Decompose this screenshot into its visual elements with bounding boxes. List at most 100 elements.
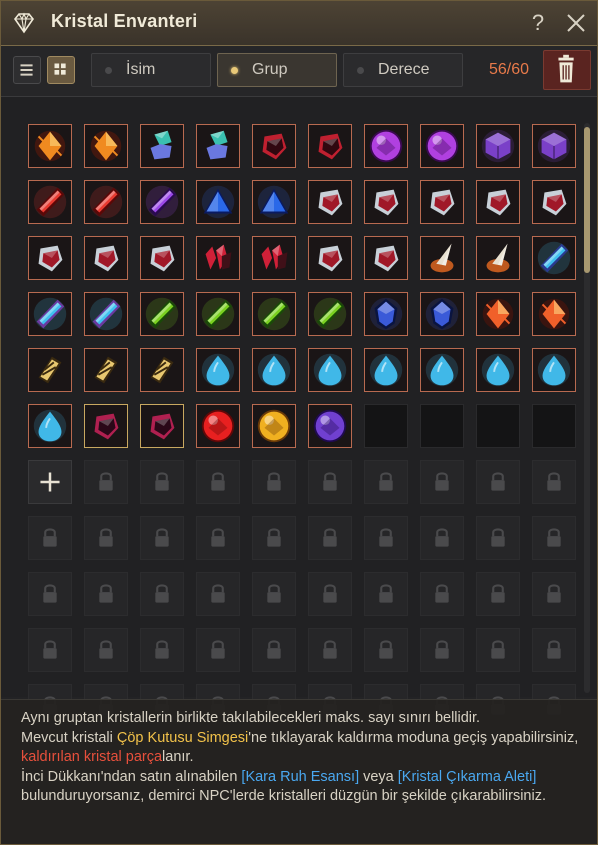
locked-slot	[364, 516, 408, 560]
crystal-slot[interactable]	[84, 292, 128, 336]
crystal-slot[interactable]	[140, 236, 184, 280]
crystal-inventory-window: Kristal Envanteri ? İsim Grup Derece 56/…	[0, 0, 598, 845]
crystal-slot[interactable]	[252, 236, 296, 280]
crystal-slot[interactable]	[252, 404, 296, 448]
sort-by-grade-button[interactable]: Derece	[343, 53, 463, 87]
empty-slot[interactable]	[420, 404, 464, 448]
trash-button[interactable]	[543, 50, 591, 90]
crystal-slot[interactable]	[308, 180, 352, 224]
add-slot-button[interactable]	[28, 460, 72, 504]
crystal-slot[interactable]	[364, 348, 408, 392]
lock-icon	[43, 584, 57, 603]
crystal-slot[interactable]	[308, 348, 352, 392]
crystal-slot[interactable]	[420, 124, 464, 168]
black-soul-essence-link[interactable]: [Kara Ruh Esansı]	[241, 769, 359, 785]
radio-dot	[231, 67, 238, 74]
crystal-slot[interactable]	[532, 236, 576, 280]
list-view-button[interactable]	[13, 56, 41, 84]
cyan-droplet-icon	[537, 353, 571, 387]
crystal-slot[interactable]	[252, 292, 296, 336]
plus-icon	[40, 472, 60, 492]
locked-slot	[140, 572, 184, 616]
crystal-slot[interactable]	[420, 236, 464, 280]
crystal-slot[interactable]	[532, 292, 576, 336]
help-button[interactable]: ?	[526, 9, 550, 37]
close-button[interactable]	[563, 10, 589, 36]
title-bar[interactable]: Kristal Envanteri ?	[1, 1, 597, 46]
crystal-slot[interactable]	[476, 180, 520, 224]
silver-red-gem-icon	[542, 189, 567, 216]
crystal-slot[interactable]	[140, 124, 184, 168]
crystal-slot[interactable]	[28, 124, 72, 168]
crystal-slot[interactable]	[140, 404, 184, 448]
crystal-slot[interactable]	[364, 124, 408, 168]
green-crystal-icon	[257, 297, 291, 331]
crystal-slot[interactable]	[196, 292, 240, 336]
locked-slot	[28, 516, 72, 560]
crystal-slot[interactable]	[308, 404, 352, 448]
crystal-slot[interactable]	[252, 124, 296, 168]
crystal-slot[interactable]	[252, 180, 296, 224]
crystal-slot[interactable]	[140, 348, 184, 392]
crystal-slot[interactable]	[84, 404, 128, 448]
blue-triangle-icon	[201, 185, 235, 219]
sort-by-name-button[interactable]: İsim	[91, 53, 211, 87]
crystal-slot[interactable]	[532, 124, 576, 168]
list-icon	[20, 64, 33, 76]
crystal-slot[interactable]	[28, 292, 72, 336]
crystal-slot[interactable]	[196, 124, 240, 168]
crystal-slot[interactable]	[84, 180, 128, 224]
lock-icon	[155, 584, 169, 603]
indigo-orb-icon	[313, 409, 347, 443]
crystal-slot[interactable]	[28, 236, 72, 280]
cyan-prism-icon	[89, 297, 123, 331]
crystal-slot[interactable]	[28, 348, 72, 392]
locked-slot	[532, 628, 576, 672]
crystal-slot[interactable]	[196, 348, 240, 392]
trash-icon-reference: Çöp Kutusu Simgesi	[116, 729, 249, 746]
grid-view-button[interactable]	[47, 56, 75, 84]
crystal-slot[interactable]	[84, 348, 128, 392]
red-crystal-icon	[89, 185, 123, 219]
locked-slot	[84, 628, 128, 672]
lock-icon	[211, 472, 225, 491]
green-crystal-icon	[313, 297, 347, 331]
crystal-slot[interactable]	[420, 180, 464, 224]
empty-slot[interactable]	[364, 404, 408, 448]
lock-icon	[379, 584, 393, 603]
crystal-slot[interactable]	[532, 180, 576, 224]
crystal-slot[interactable]	[532, 348, 576, 392]
crystal-slot[interactable]	[308, 124, 352, 168]
crystal-slot[interactable]	[84, 124, 128, 168]
crystal-slot[interactable]	[476, 292, 520, 336]
crystal-slot[interactable]	[308, 292, 352, 336]
lock-icon	[379, 472, 393, 491]
locked-slot	[84, 516, 128, 560]
empty-slot[interactable]	[532, 404, 576, 448]
crystal-slot[interactable]	[308, 236, 352, 280]
crystal-slot[interactable]	[84, 236, 128, 280]
info-text: Aynı gruptan kristallerin birlikte takıl…	[21, 709, 581, 807]
crystal-slot[interactable]	[364, 236, 408, 280]
crystal-slot[interactable]	[420, 292, 464, 336]
crystal-slot[interactable]	[28, 180, 72, 224]
crystal-slot[interactable]	[364, 292, 408, 336]
crystal-slot[interactable]	[28, 404, 72, 448]
crystal-slot[interactable]	[420, 348, 464, 392]
crystal-slot[interactable]	[196, 236, 240, 280]
crystal-slot[interactable]	[476, 348, 520, 392]
crystal-slot[interactable]	[476, 124, 520, 168]
silver-red-gem-icon	[430, 189, 455, 216]
empty-slot[interactable]	[476, 404, 520, 448]
crystal-slot[interactable]	[196, 404, 240, 448]
scrollbar-thumb[interactable]	[584, 127, 590, 273]
crystal-slot[interactable]	[140, 180, 184, 224]
crystal-slot[interactable]	[476, 236, 520, 280]
crystal-slot[interactable]	[364, 180, 408, 224]
lock-icon	[379, 640, 393, 659]
crystal-slot[interactable]	[196, 180, 240, 224]
crystal-extraction-tool-link[interactable]: [Kristal Çıkarma Aleti]	[398, 769, 537, 785]
crystal-slot[interactable]	[140, 292, 184, 336]
sort-by-group-button[interactable]: Grup	[217, 53, 337, 87]
crystal-slot[interactable]	[252, 348, 296, 392]
